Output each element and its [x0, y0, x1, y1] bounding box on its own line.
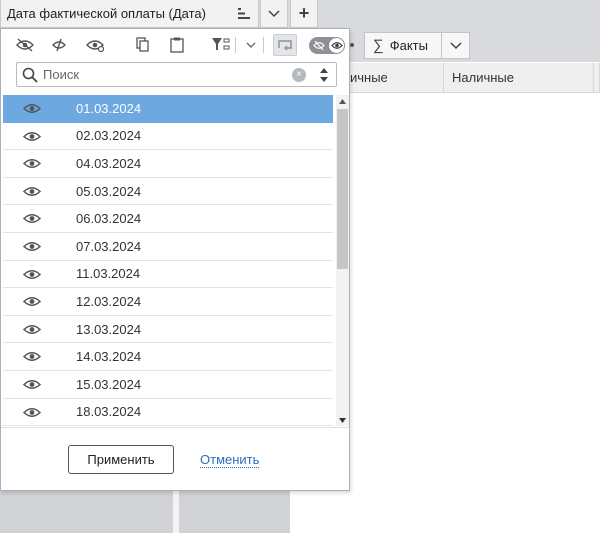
list-item-date: 11.03.2024 — [76, 266, 141, 282]
paste-icon[interactable] — [167, 35, 187, 55]
list-item-date: 01.03.2024 — [76, 100, 142, 116]
eye-icon[interactable] — [22, 378, 42, 391]
sigma-icon: ∑ — [373, 37, 384, 54]
filter-settings-icon[interactable] — [211, 35, 231, 55]
list-item-date: 14.03.2024 — [76, 349, 142, 365]
eye-icon[interactable] — [22, 295, 42, 308]
scrollbar-thumb[interactable] — [337, 109, 348, 269]
plus-icon: + — [298, 3, 310, 23]
list-item[interactable]: 04.03.2024 — [3, 150, 333, 178]
eye-icon[interactable] — [22, 268, 42, 281]
list-item[interactable]: 18.03.2024 — [3, 398, 333, 426]
list-item[interactable]: 01.03.2024 — [3, 95, 333, 123]
cancel-link[interactable]: Отменить — [200, 452, 260, 468]
list-item[interactable]: 14.03.2024 — [3, 343, 333, 371]
column-header[interactable]: Наличные — [444, 63, 594, 93]
scroll-down-arrow[interactable] — [336, 414, 349, 426]
list-item[interactable]: 06.03.2024 — [3, 205, 333, 233]
invert-visibility-icon[interactable] — [49, 35, 69, 55]
list-item[interactable]: 13.03.2024 — [3, 315, 333, 344]
field-tab-label: Дата фактической оплаты (Дата) — [7, 6, 206, 21]
clear-icon[interactable]: × — [292, 68, 306, 82]
list-item[interactable]: 15.03.2024 — [3, 371, 333, 399]
search-input[interactable] — [43, 65, 283, 84]
list-item-date: 06.03.2024 — [76, 211, 142, 227]
toolbar-separator — [263, 37, 264, 53]
eye-icon[interactable] — [22, 323, 42, 336]
list-item[interactable]: 02.03.2024 — [3, 122, 333, 151]
add-field-button[interactable]: + — [290, 0, 318, 28]
scrollbar[interactable] — [336, 95, 349, 426]
eye-icon[interactable] — [22, 157, 42, 170]
list-item[interactable]: 05.03.2024 — [3, 177, 333, 206]
column-header-label: Наличные — [452, 70, 514, 85]
list-item-date: 13.03.2024 — [76, 321, 142, 337]
hide-all-icon[interactable] — [15, 35, 35, 55]
dropdown-icon[interactable] — [241, 35, 261, 55]
chevron-down-icon — [449, 41, 462, 49]
sort-toggle-icon[interactable] — [317, 65, 331, 85]
eye-icon[interactable] — [22, 240, 42, 253]
date-list: 01.03.2024 02.03.2024 04.03.2024 05.03.2024… — [3, 95, 349, 426]
list-item-date: 12.03.2024 — [76, 293, 142, 309]
list-item-date: 02.03.2024 — [76, 128, 142, 144]
sort-lines-icon[interactable] — [238, 8, 250, 19]
eye-icon[interactable] — [22, 130, 42, 143]
facts-dropdown-button[interactable] — [442, 32, 470, 59]
facts-label: Факты — [389, 38, 428, 53]
separator-dot — [350, 43, 354, 47]
toggle-knob — [329, 38, 344, 53]
copy-icon[interactable] — [133, 35, 153, 55]
list-item[interactable]: 12.03.2024 — [3, 288, 333, 316]
visibility-toggle-icon[interactable] — [309, 37, 345, 54]
loop-icon[interactable] — [273, 34, 297, 56]
list-item-date: 18.03.2024 — [76, 404, 142, 420]
eye-icon[interactable] — [22, 350, 42, 363]
eye-icon[interactable] — [22, 102, 42, 115]
eye-icon[interactable] — [22, 406, 42, 419]
search-box: × — [16, 62, 337, 87]
list-item-date: 04.03.2024 — [76, 155, 142, 171]
field-dropdown-button[interactable] — [260, 0, 288, 28]
list-item[interactable]: 07.03.2024 — [3, 233, 333, 261]
column-header[interactable] — [594, 63, 600, 93]
filter-popup: × 01.03.2024 02.03.2024 04.03.2024 05.03.20… — [0, 28, 350, 491]
popup-footer: Применить Отменить — [1, 427, 349, 490]
scroll-up-arrow[interactable] — [336, 95, 349, 107]
list-item[interactable]: 11.03.2024 — [3, 260, 333, 289]
popup-toolbar — [1, 29, 349, 61]
search-icon — [22, 67, 38, 83]
list-item-date: 05.03.2024 — [76, 183, 142, 199]
list-item-date: 15.03.2024 — [76, 376, 142, 392]
eye-icon[interactable] — [22, 212, 42, 225]
eye-icon[interactable] — [22, 185, 42, 198]
list-item-date: 07.03.2024 — [76, 238, 142, 254]
column-header-label: ичные — [350, 70, 388, 85]
chevron-down-icon — [268, 9, 280, 17]
facts-button[interactable]: ∑ Факты — [364, 32, 442, 59]
show-all-icon[interactable] — [85, 35, 105, 55]
toolbar-separator — [235, 37, 236, 53]
panel-splitter[interactable] — [173, 490, 179, 533]
field-tab[interactable]: Дата фактической оплаты (Дата) — [0, 0, 259, 28]
apply-button[interactable]: Применить — [68, 445, 174, 474]
